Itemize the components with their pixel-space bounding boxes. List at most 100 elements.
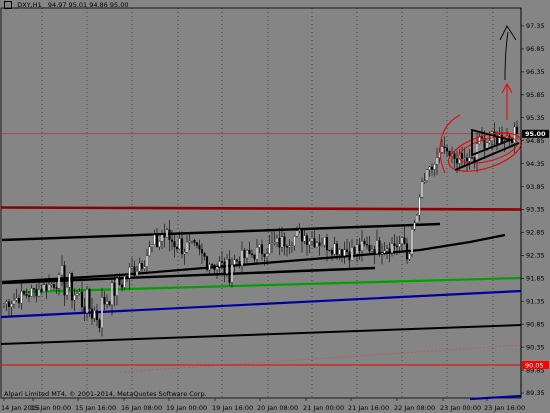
candle-112 — [283, 232, 286, 256]
candle-11 — [30, 284, 33, 297]
candle-63 — [160, 229, 164, 249]
candle-132 — [333, 236, 336, 256]
candle-33 — [85, 285, 89, 320]
candle-127 — [320, 237, 324, 247]
candle-32 — [83, 297, 86, 322]
candle-79 — [200, 243, 204, 264]
candle-43 — [110, 278, 114, 316]
candle-5 — [15, 288, 18, 303]
candle-71 — [180, 231, 184, 259]
time-label-9: 22 Jan 08:00 — [394, 404, 435, 412]
price-label-14: 90.35 — [526, 343, 545, 351]
candle-186 — [468, 149, 471, 170]
candle-13 — [35, 283, 38, 303]
candle-56 — [143, 260, 146, 272]
time-label-6: 20 Jan 08:00 — [257, 404, 298, 412]
candle-91 — [230, 257, 234, 288]
channel-upper-line — [1, 222, 441, 242]
candle-154 — [388, 242, 391, 263]
chart-window[interactable]: 97.35 96.85 96.35 95.85 95.35 94.85 94.35 93.85… — [0, 0, 550, 413]
candle-107 — [270, 231, 274, 253]
candle-115 — [290, 241, 294, 253]
candle-68 — [173, 234, 176, 258]
candle-176 — [443, 136, 446, 154]
price-label-11: 91.85 — [526, 275, 545, 283]
candle-98 — [248, 241, 251, 255]
price-label-9: 92.85 — [526, 229, 545, 237]
candle-89 — [225, 254, 229, 277]
time-label-8: 21 Jan 16:00 — [348, 404, 389, 412]
price-label-16: 89.35 — [526, 389, 545, 397]
candle-151 — [380, 243, 384, 265]
candle-149 — [375, 229, 379, 254]
candle-73 — [185, 235, 189, 254]
candle-116 — [293, 235, 296, 251]
chart-grid — [0, 7, 522, 399]
candle-99 — [250, 249, 254, 258]
candle-60 — [153, 229, 156, 245]
chart-header: _DXY,H1 94.97 95.01 94.86 95.00 — [4, 1, 129, 9]
candle-41 — [105, 294, 109, 309]
candle-24 — [63, 261, 66, 307]
candle-35 — [90, 297, 94, 326]
candle-121 — [305, 232, 309, 256]
candle-62 — [158, 240, 161, 251]
candle-64 — [163, 223, 166, 248]
candle-81 — [205, 255, 209, 272]
candle-173 — [435, 147, 439, 176]
candle-165 — [415, 213, 419, 225]
candle-199 — [500, 126, 504, 145]
candle-27 — [70, 271, 74, 309]
candle-53 — [135, 265, 139, 278]
black-lower-line — [0, 324, 522, 345]
blue-bottom-line — [469, 394, 522, 401]
copyright-text: Alpari Limited MT4, © 2001-2014, MetaQuo… — [4, 390, 207, 398]
candle-74 — [188, 233, 191, 251]
candle-131 — [330, 247, 334, 261]
red-price-value: 90.05 — [525, 361, 544, 369]
price-axis: 97.3596.8596.3595.8595.3594.8594.3593.85… — [520, 8, 549, 398]
candle-170 — [428, 165, 431, 177]
candle-59 — [150, 244, 154, 253]
candle-163 — [410, 225, 414, 257]
candle-57 — [145, 249, 149, 275]
candle-50 — [128, 263, 131, 290]
chart-menu-icon[interactable] — [4, 1, 12, 9]
candle-102 — [258, 244, 261, 254]
candle-37 — [95, 304, 99, 327]
candle-126 — [318, 234, 321, 256]
price-chart[interactable]: 97.3596.8596.3595.8595.3594.8594.3593.85… — [0, 0, 550, 413]
candle-135 — [340, 249, 344, 263]
candle-61 — [155, 227, 159, 248]
candle-164 — [413, 220, 416, 232]
candle-85 — [215, 263, 219, 279]
candle-109 — [275, 234, 279, 247]
candle-145 — [365, 236, 369, 249]
candle-114 — [288, 239, 291, 255]
candle-8 — [22, 290, 26, 296]
price-label-0: 97.35 — [526, 22, 545, 30]
blue-trend-line — [0, 289, 522, 319]
candle-2 — [7, 299, 11, 316]
candle-190 — [478, 133, 481, 145]
candle-31 — [80, 281, 84, 315]
candle-120 — [303, 228, 306, 245]
candle-72 — [183, 248, 186, 265]
candle-106 — [268, 234, 271, 255]
candle-141 — [355, 238, 359, 263]
candle-144 — [363, 238, 366, 247]
candle-172 — [433, 163, 436, 177]
time-label-3: 16 Jan 08:00 — [121, 404, 162, 412]
time-label-11: 23 Jan 16:00 — [484, 404, 525, 412]
time-label-7: 21 Jan 00:00 — [303, 404, 344, 412]
candle-7 — [20, 280, 23, 310]
candle-29 — [75, 290, 79, 300]
candle-48 — [123, 273, 126, 291]
candle-198 — [498, 127, 501, 146]
candle-69 — [175, 246, 179, 253]
time-label-5: 19 Jan 16:00 — [212, 404, 253, 412]
candle-167 — [420, 177, 424, 199]
candle-82 — [208, 262, 211, 274]
candle-36 — [93, 306, 96, 323]
candle-137 — [345, 238, 349, 256]
